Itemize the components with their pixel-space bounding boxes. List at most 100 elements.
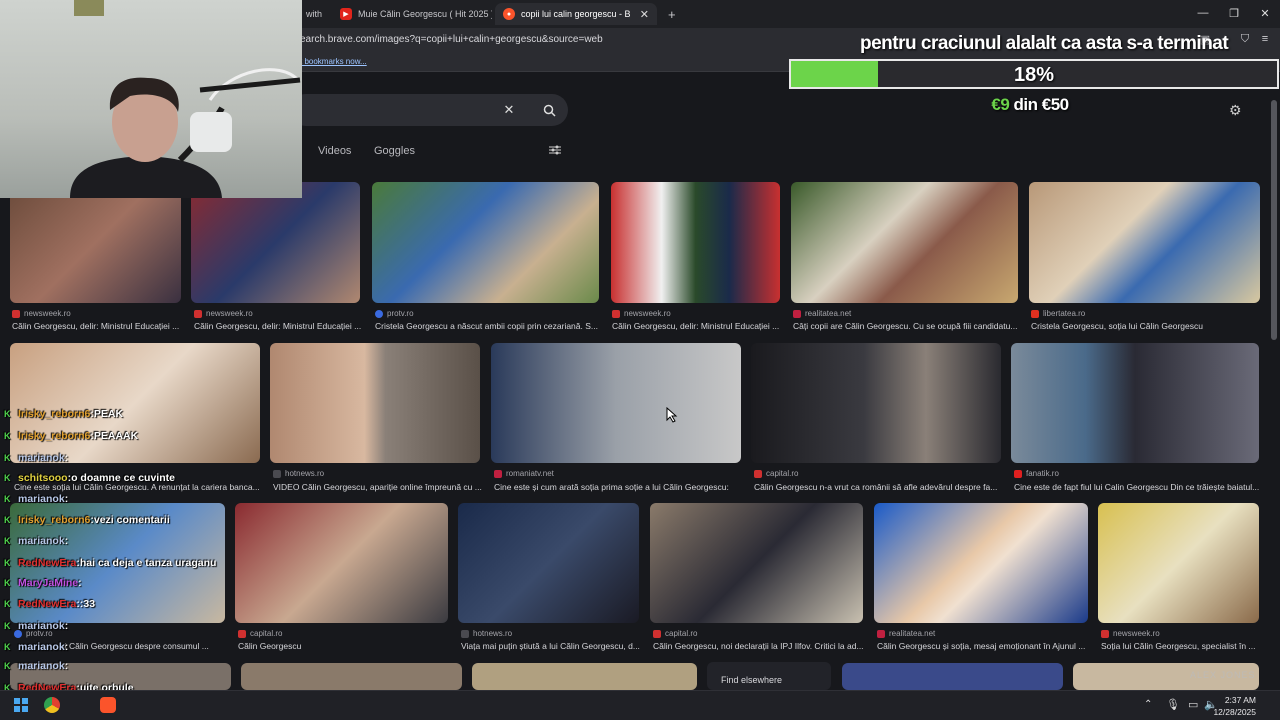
result-caption[interactable]: Călin Georgescu, noi declarații la IPJ I… — [653, 641, 865, 651]
result-caption[interactable]: Cristela Georgescu, soția lui Călin Geor… — [1031, 321, 1259, 331]
result-image[interactable] — [472, 663, 697, 690]
tab-partial[interactable]: with — [298, 3, 330, 25]
result-caption[interactable]: Soția lui Călin Georgescu, specialist în… — [1101, 641, 1261, 651]
result-source[interactable]: newsweek.ro — [612, 309, 671, 318]
menu-icon[interactable]: ≡ — [1258, 32, 1272, 46]
donation-separator: din — [1009, 95, 1042, 114]
filter-icon[interactable] — [549, 144, 563, 158]
result-caption[interactable]: Călin Georgescu — [238, 641, 450, 651]
result-image[interactable] — [372, 182, 599, 303]
import-bookmarks-link[interactable]: t bookmarks now... — [300, 57, 367, 66]
scrollbar[interactable] — [1271, 100, 1277, 340]
chat-username: Irisky_reborn6 — [18, 408, 91, 420]
result-source[interactable]: capital.ro — [238, 629, 282, 638]
tab-brave-search[interactable]: ● copii lui calin georgescu - Brave ✕ — [495, 3, 657, 25]
result-image[interactable] — [241, 663, 462, 690]
result-source[interactable]: libertatea.ro — [1031, 309, 1085, 318]
brave-taskbar-icon[interactable] — [100, 697, 116, 713]
result-image[interactable] — [235, 503, 448, 623]
platform-badge-icon: K — [4, 641, 11, 652]
windows-start-icon[interactable] — [14, 698, 28, 712]
maximize-button[interactable]: ❐ — [1219, 4, 1249, 22]
clear-search-icon[interactable]: ✕ — [500, 101, 518, 119]
result-image[interactable] — [10, 343, 260, 463]
donation-progress-bar: 18% — [789, 59, 1279, 89]
chevron-up-icon[interactable]: ⌃ — [1144, 699, 1152, 710]
result-caption[interactable]: VIDEO Călin Georgescu, apariție online î… — [273, 482, 483, 492]
result-image[interactable] — [751, 343, 1001, 463]
result-image[interactable] — [650, 503, 863, 623]
chat-message: Kmarianok : — [4, 620, 68, 632]
result-caption[interactable]: Cine este și cum arată soția prima soție… — [494, 482, 744, 492]
result-image[interactable] — [458, 503, 639, 623]
result-source[interactable]: newsweek.ro — [1101, 629, 1160, 638]
search-icon[interactable] — [540, 101, 558, 119]
system-clock[interactable]: 2:37 AM 12/28/2025 — [1213, 694, 1256, 718]
result-source[interactable]: capital.ro — [754, 469, 798, 478]
result-source[interactable]: hotnews.ro — [461, 629, 512, 638]
result-image[interactable] — [1098, 503, 1259, 623]
chat-text: o doamne ce cuvinte — [71, 472, 175, 484]
brave-icon: ● — [503, 8, 515, 20]
result-source[interactable]: realitatea.net — [877, 629, 935, 638]
result-source[interactable]: protv.ro — [375, 309, 414, 318]
result-image[interactable] — [1011, 343, 1259, 463]
result-caption[interactable]: Călin Georgescu, delir: Ministrul Educaț… — [12, 321, 182, 331]
result-caption[interactable]: ui Călin Georgescu despre consumul ... — [60, 641, 226, 651]
shield-icon[interactable]: ⛉ — [1238, 32, 1252, 46]
minimize-button[interactable]: — — [1188, 4, 1218, 22]
result-source[interactable]: hotnews.ro — [273, 469, 324, 478]
result-caption[interactable]: Cine este de fapt fiul lui Calin Georges… — [1014, 482, 1260, 492]
result-image[interactable] — [491, 343, 741, 463]
close-tab-icon[interactable]: ✕ — [640, 8, 649, 21]
result-image[interactable] — [1029, 182, 1260, 303]
microphone-icon[interactable]: 🎙 — [1166, 698, 1180, 711]
result-image[interactable] — [10, 182, 181, 303]
platform-badge-icon: K — [4, 598, 11, 609]
result-source[interactable]: newsweek.ro — [12, 309, 71, 318]
url-field[interactable]: earch.brave.com/images?q=copii+lui+calin… — [300, 34, 603, 45]
donation-target: €50 — [1041, 95, 1069, 114]
chat-username: marianok — [18, 452, 65, 464]
result-caption[interactable]: Viața mai puțin știută a lui Călin Georg… — [461, 641, 641, 651]
result-caption[interactable]: Călin Georgescu, delir: Ministrul Educaț… — [612, 321, 782, 331]
chat-username: RedNewEra — [18, 557, 77, 569]
result-caption[interactable]: Călin Georgescu n-a vrut ca românii să a… — [754, 482, 1004, 492]
result-image[interactable] — [791, 182, 1018, 303]
chat-message: Kmarianok : — [4, 535, 68, 547]
platform-badge-icon: K — [4, 620, 11, 631]
gear-icon[interactable]: ⚙ — [1229, 102, 1245, 118]
result-image[interactable] — [611, 182, 780, 303]
chat-username: marianok — [18, 535, 65, 547]
result-source[interactable]: romaniatv.net — [494, 469, 554, 478]
chat-separator: : — [64, 452, 69, 464]
new-tab-button[interactable]: + — [660, 3, 680, 25]
result-source[interactable]: realitatea.net — [793, 309, 851, 318]
result-caption[interactable]: Câți copii are Călin Georgescu. Cu se oc… — [793, 321, 1019, 331]
platform-badge-icon: K — [4, 557, 11, 568]
search-input[interactable] — [290, 94, 568, 126]
platform-badge-icon: K — [4, 408, 11, 419]
platform-badge-icon: K — [4, 430, 11, 441]
monitor-icon[interactable]: ▭ — [1188, 698, 1198, 711]
tab-goggles[interactable]: Goggles — [374, 145, 415, 157]
result-caption[interactable]: Cristela Georgescu a născut ambii copii … — [375, 321, 601, 331]
result-caption[interactable]: Călin Georgescu, delir: Ministrul Educaț… — [194, 321, 364, 331]
result-image[interactable] — [270, 343, 480, 463]
tab-title: Muie Călin Georgescu ( Hit 2025 ) - Y — [358, 9, 492, 19]
tab-videos[interactable]: Videos — [318, 145, 351, 157]
close-window-button[interactable]: ✕ — [1250, 4, 1280, 22]
result-source[interactable]: newsweek.ro — [194, 309, 253, 318]
result-source[interactable]: fanatik.ro — [1014, 469, 1059, 478]
result-image[interactable] — [874, 503, 1088, 623]
platform-badge-icon: K — [4, 514, 11, 525]
result-caption[interactable]: Călin Georgescu și soția, mesaj emoționa… — [877, 641, 1089, 651]
result-image[interactable] — [191, 182, 360, 303]
chrome-icon[interactable] — [44, 697, 60, 713]
result-source[interactable]: capital.ro — [653, 629, 697, 638]
donation-current: €9 — [991, 95, 1010, 114]
result-image[interactable] — [842, 663, 1063, 690]
taskbar: ⌃ 🎙 ▭ 🔈 2:37 AM 12/28/2025 — [0, 690, 1280, 720]
tab-youtube[interactable]: ▶ Muie Călin Georgescu ( Hit 2025 ) - Y — [332, 3, 492, 25]
chat-message: K Irisky_reborn6 : PEAK — [4, 408, 123, 420]
